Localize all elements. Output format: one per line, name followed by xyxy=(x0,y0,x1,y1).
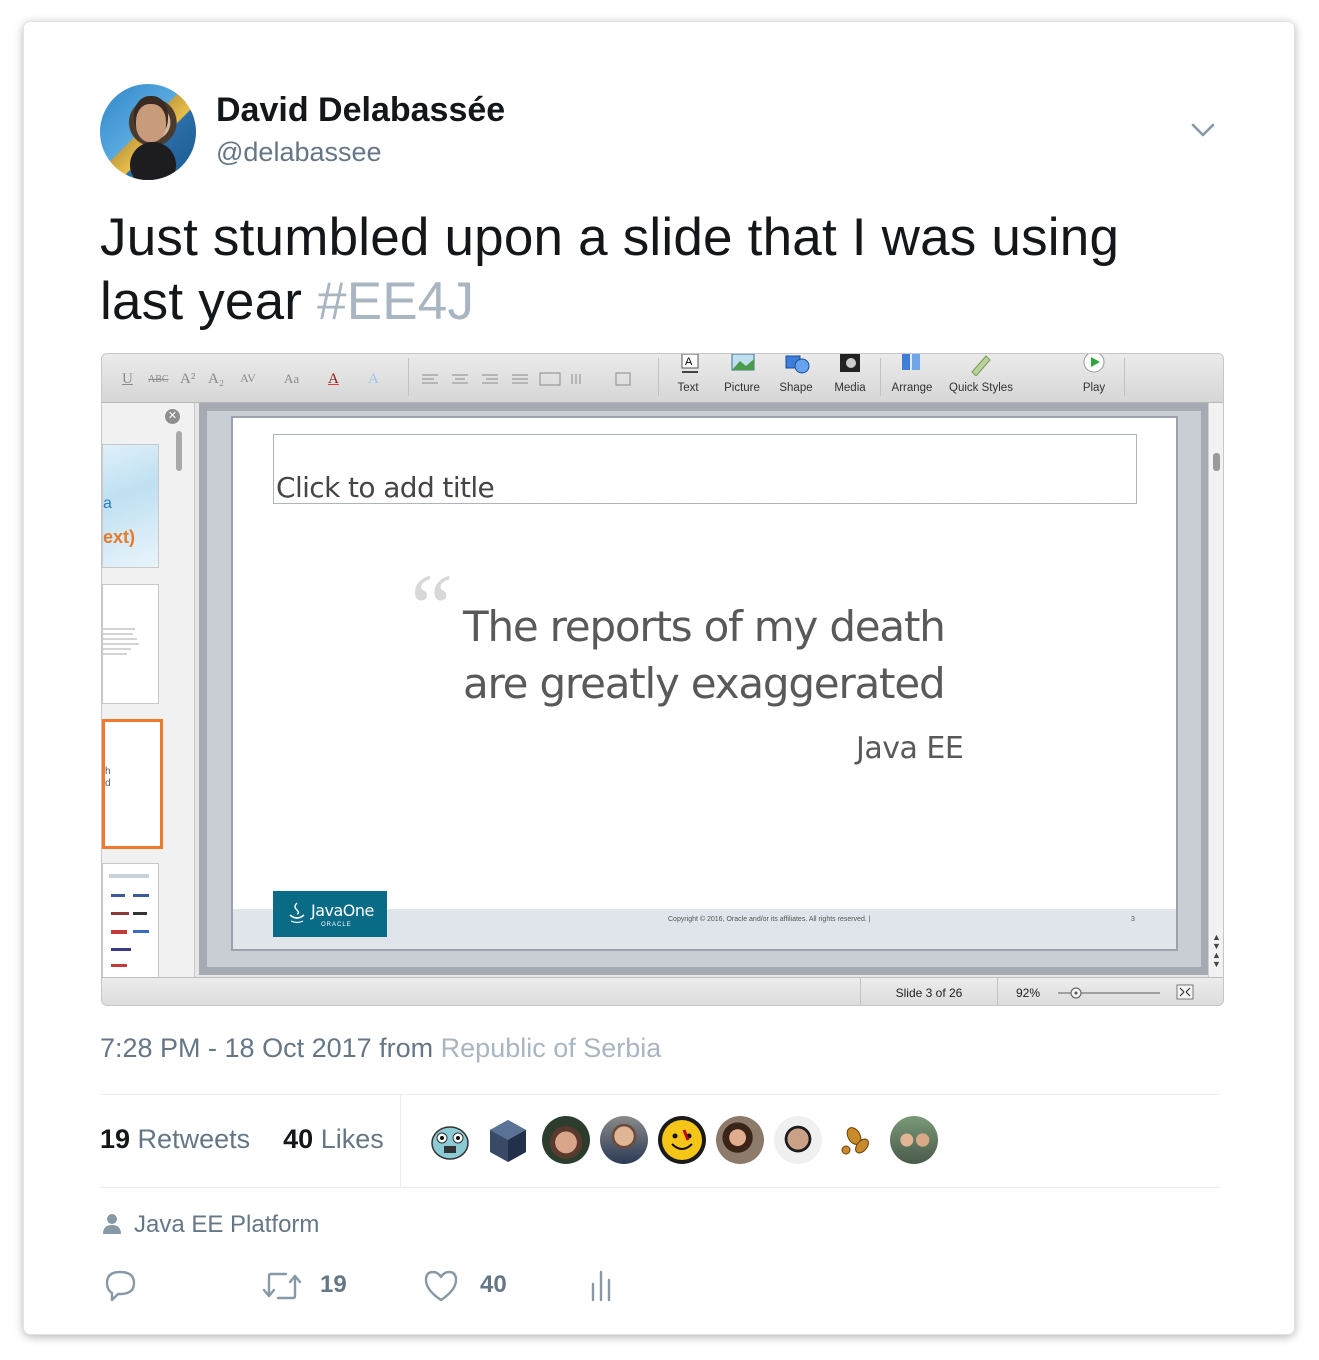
picture-tool[interactable]: Picture xyxy=(712,354,772,402)
retweets-stat[interactable]: 19 Retweets xyxy=(100,1124,250,1154)
chevron-down-icon[interactable] xyxy=(1186,113,1220,147)
tweet-meta: 7:28 PM - 18 Oct 2017 from Republic of S… xyxy=(100,1033,662,1063)
user-handle[interactable]: @delabassee xyxy=(216,137,382,168)
slide-thumbnail-selected[interactable]: h d xyxy=(102,719,163,849)
slide-thumbnail[interactable] xyxy=(102,584,159,704)
status-bar: Slide 3 of 26 92% xyxy=(102,977,1223,1005)
liker-avatar[interactable] xyxy=(774,1116,822,1164)
javaone-logo: JavaOne ORACLE xyxy=(273,891,387,937)
underline-button: U xyxy=(122,371,133,387)
likes-stat[interactable]: 40 Likes xyxy=(283,1124,384,1154)
person-icon xyxy=(103,1214,121,1234)
char-spacing-button: AV xyxy=(240,371,256,385)
title-placeholder[interactable]: Click to add title xyxy=(273,434,1137,504)
zoom-level[interactable]: 92% xyxy=(997,978,1058,1005)
zoom-slider[interactable] xyxy=(1054,985,1164,1001)
hashtag-link[interactable]: #EE4J xyxy=(317,272,474,331)
user-name[interactable]: David Delabassée xyxy=(216,91,505,130)
close-icon[interactable]: ✕ xyxy=(165,409,180,424)
quote-mark-icon: “ xyxy=(401,554,455,661)
subscript-button: A₂ xyxy=(208,371,225,387)
paragraph-align-icons xyxy=(422,372,631,386)
vertical-scrollbar[interactable]: ▲ ▼ ▲ ▼ xyxy=(1208,403,1223,977)
slide-quote: The reports of my death are greatly exag… xyxy=(463,602,946,708)
slide-page-number: 3 xyxy=(1131,916,1135,923)
tweet-text: Just stumbled upon a slide that I was us… xyxy=(100,208,1120,331)
heart-icon[interactable] xyxy=(422,1266,460,1306)
liker-avatar[interactable] xyxy=(832,1116,880,1164)
text-effects-button: A xyxy=(368,371,379,387)
font-color-button: A xyxy=(328,371,339,387)
svg-text:A: A xyxy=(685,356,693,368)
attached-image[interactable]: U ABC A² A₂ AV Aa A A A Text Picture Sha… xyxy=(101,353,1224,1006)
retweet-icon[interactable] xyxy=(260,1266,304,1306)
retweet-count: 19 xyxy=(320,1271,347,1298)
liker-avatar[interactable] xyxy=(890,1116,938,1164)
slide-indicator: Slide 3 of 26 xyxy=(860,978,997,1005)
divider xyxy=(400,1095,401,1187)
liker-avatar[interactable] xyxy=(484,1116,532,1164)
fit-window-icon[interactable] xyxy=(1176,984,1194,1000)
like-count: 40 xyxy=(480,1271,507,1298)
context-label[interactable]: Java EE Platform xyxy=(134,1211,319,1239)
timestamp[interactable]: 7:28 PM - 18 Oct 2017 xyxy=(100,1033,372,1063)
divider xyxy=(100,1187,1220,1188)
liker-avatar[interactable] xyxy=(426,1116,474,1164)
divider xyxy=(100,1094,1220,1095)
strikethrough-button: ABC xyxy=(148,374,169,385)
avatar[interactable] xyxy=(100,84,196,180)
liker-avatar[interactable] xyxy=(716,1116,764,1164)
change-case-button: Aa xyxy=(284,371,300,386)
slide-thumbnail[interactable]: a ext) xyxy=(102,444,159,568)
liker-avatar[interactable] xyxy=(542,1116,590,1164)
liker-avatar[interactable] xyxy=(600,1116,648,1164)
slide-copyright: Copyright © 2016, Oracle and/or its affi… xyxy=(668,916,871,923)
play-tool[interactable]: Play xyxy=(1064,354,1124,402)
arrange-tool[interactable]: Arrange xyxy=(882,354,942,402)
superscript-button: A² xyxy=(180,371,196,387)
slide[interactable]: Click to add title “ The reports of my d… xyxy=(231,416,1178,951)
location-link[interactable]: Republic of Serbia xyxy=(441,1033,662,1063)
analytics-icon[interactable] xyxy=(588,1266,614,1306)
page-nav-arrows-icon[interactable]: ▲ ▼ ▲ ▼ xyxy=(1212,933,1221,969)
slide-thumbnail[interactable] xyxy=(102,863,159,979)
slide-thumbnails-panel[interactable]: ✕ a ext) h d xyxy=(102,403,195,979)
reply-icon[interactable] xyxy=(104,1266,140,1306)
slide-quote-author: Java EE xyxy=(856,731,964,766)
shape-tool[interactable]: Shape xyxy=(766,354,826,402)
text-tool[interactable]: A Text xyxy=(658,354,718,402)
tweet-stats: 19 Retweets 40 Likes xyxy=(100,1124,384,1155)
liker-avatar[interactable] xyxy=(658,1116,706,1164)
ribbon-toolbar: U ABC A² A₂ AV Aa A A A Text Picture Sha… xyxy=(102,354,1223,403)
quick-styles-tool[interactable]: Quick Styles xyxy=(944,354,1018,402)
media-tool[interactable]: Media xyxy=(820,354,880,402)
thumbnail-scrollbar[interactable] xyxy=(176,431,182,471)
